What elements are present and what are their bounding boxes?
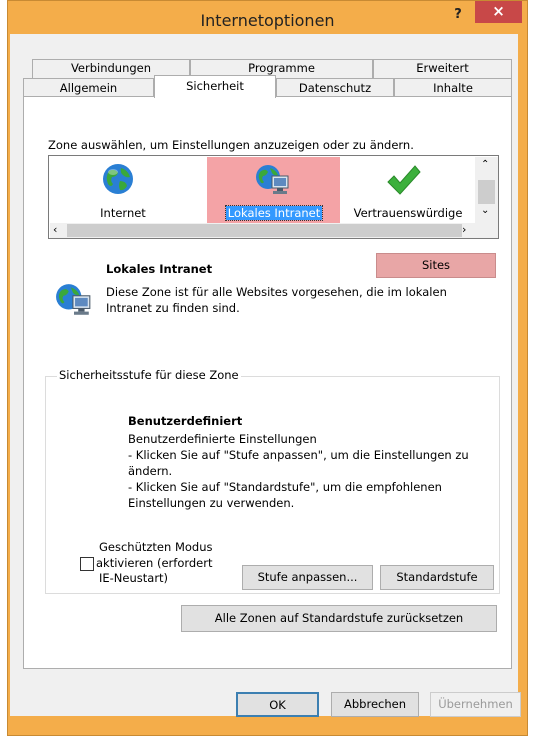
security-level-line2: - Klicken Sie auf "Stufe anpassen", um d… [128, 448, 469, 462]
zone-description-line1: Diese Zone ist für alle Websites vorgese… [106, 285, 447, 299]
vertical-scroll-thumb[interactable] [478, 180, 495, 204]
security-level-line4: - Klicken Sie auf "Standardstufe", um di… [128, 480, 442, 494]
zone-label-internet[interactable]: Internet [79, 206, 167, 220]
protected-mode-label-line1[interactable]: Geschützten Modus [99, 540, 213, 554]
tab-datenschutz[interactable]: Datenschutz [276, 78, 394, 98]
scroll-up-icon[interactable]: ⌃ [481, 159, 489, 170]
intranet-icon[interactable] [254, 162, 292, 198]
tab-sicherheit[interactable]: Sicherheit [154, 75, 276, 98]
apply-button: Übernehmen [430, 692, 521, 717]
zone-list-vertical-scrollbar[interactable]: ⌃ ⌄ [475, 157, 498, 223]
close-button[interactable]: × [475, 1, 522, 23]
scroll-down-icon[interactable]: ⌄ [481, 205, 489, 216]
horizontal-scroll-thumb[interactable] [67, 224, 462, 237]
zone-label-intranet[interactable]: Lokales Intranet [215, 205, 333, 221]
zone-label-intranet-text: Lokales Intranet [224, 205, 324, 221]
protected-mode-checkbox[interactable] [80, 557, 94, 571]
cancel-button[interactable]: Abbrechen [331, 692, 419, 717]
zone-title: Lokales Intranet [106, 262, 213, 276]
scroll-left-icon[interactable]: ‹ [53, 223, 57, 237]
security-level-title: Benutzerdefiniert [128, 414, 243, 428]
tab-inhalte[interactable]: Inhalte [394, 78, 512, 98]
security-level-line3: ändern. [128, 464, 173, 478]
custom-level-button[interactable]: Stufe anpassen... [242, 565, 373, 590]
security-level-line1: Benutzerdefinierte Einstellungen [128, 432, 317, 446]
security-level-line5: Einstellungen zu verwenden. [128, 496, 295, 510]
help-button[interactable]: ? [444, 4, 472, 26]
title-bar[interactable]: Internetoptionen ? × [8, 1, 527, 35]
zone-description-line2: Intranet zu finden sind. [106, 301, 240, 315]
protected-mode-label-line3[interactable]: IE-Neustart) [99, 571, 168, 585]
tab-allgemein[interactable]: Allgemein [23, 78, 154, 98]
reset-all-zones-button[interactable]: Alle Zonen auf Standardstufe zurücksetze… [181, 605, 497, 632]
zone-list-horizontal-scrollbar[interactable]: ‹ › [50, 223, 498, 238]
ok-button[interactable]: OK [236, 692, 319, 717]
zone-prompt: Zone auswählen, um Einstellungen anzuzei… [48, 138, 414, 152]
globe-icon[interactable] [101, 162, 135, 196]
default-level-button[interactable]: Standardstufe [380, 565, 494, 590]
sites-button[interactable]: Sites [376, 253, 496, 278]
checkmark-icon[interactable] [385, 163, 421, 197]
tab-erweitert[interactable]: Erweitert [373, 59, 512, 78]
zone-label-trusted[interactable]: Vertrauenswürdige [347, 206, 469, 220]
scroll-right-icon[interactable]: › [462, 223, 466, 237]
protected-mode-label-line2[interactable]: aktivieren (erfordert [96, 556, 213, 570]
zone-list[interactable]: Internet Lokales Intranet Vertrauenswürd… [48, 155, 499, 239]
security-level-group-label: Sicherheitsstufe für diese Zone [57, 368, 241, 382]
intranet-zone-icon [52, 281, 96, 319]
